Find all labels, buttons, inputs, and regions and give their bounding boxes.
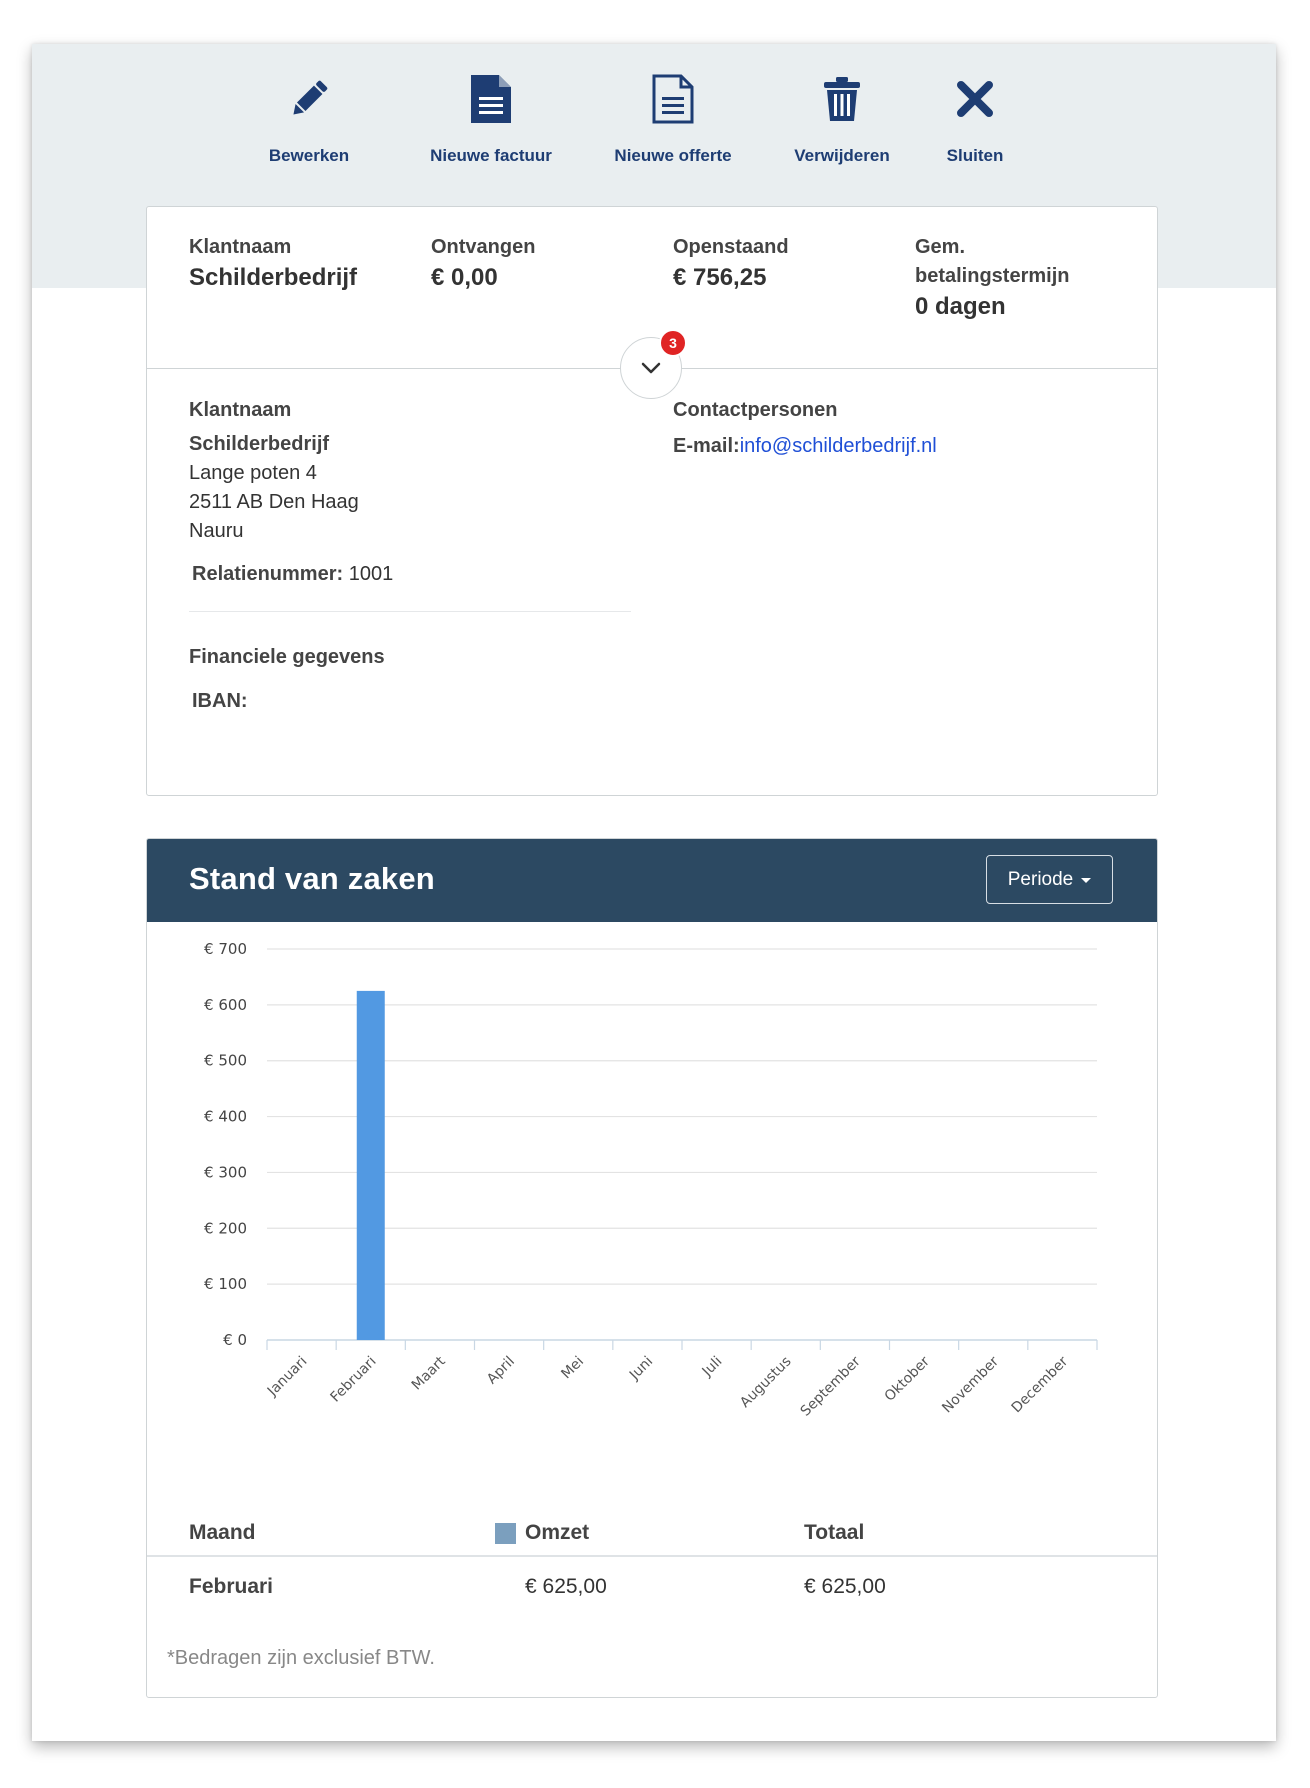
pencil-icon xyxy=(293,80,328,115)
stand-van-zaken-card: Stand van zaken Periode € 0 € 100 € 200 € 3… xyxy=(146,838,1158,1698)
btw-note: *Bedragen zijn exclusief BTW. xyxy=(167,1647,435,1669)
summary-klantnaam-value: Schilderbedrijf xyxy=(189,264,358,291)
stand-van-zaken-header: Stand van zaken Periode xyxy=(147,839,1157,922)
summary-ontvangen-value: € 0,00 xyxy=(431,264,498,291)
x-category-label: November xyxy=(939,1353,1002,1416)
trash-icon xyxy=(824,77,860,121)
y-tick-label: € 200 xyxy=(204,1219,247,1237)
summary-openstaand-label: Openstaand xyxy=(673,236,789,258)
client-detail-window: Bewerken Nieuwe factuur Nieuwe offerte V… xyxy=(32,44,1276,1741)
invoice-filled-icon xyxy=(471,75,511,123)
y-tick-label: € 0 xyxy=(223,1331,247,1349)
y-tick-label: € 600 xyxy=(204,996,247,1014)
relatienummer-label: Relatienummer: xyxy=(192,563,344,585)
y-tick-label: € 500 xyxy=(204,1052,247,1070)
td-totaal: € 625,00 xyxy=(804,1575,886,1598)
stand-van-zaken-title: Stand van zaken xyxy=(189,861,435,896)
toolbar: Bewerken Nieuwe factuur Nieuwe offerte V… xyxy=(32,44,1276,184)
address-name: Schilderbedrijf xyxy=(189,433,330,455)
quote-outline-icon xyxy=(652,74,694,124)
edit-button[interactable]: Bewerken xyxy=(254,70,364,166)
close-label: Sluiten xyxy=(946,146,1004,165)
x-category-label: Juli xyxy=(699,1354,726,1381)
periode-label: Periode xyxy=(1007,868,1074,890)
email-row: E-mail:info@schilderbedrijf.nl xyxy=(673,431,1113,461)
summary-openstaand: Openstaand € 756,25 xyxy=(673,233,789,294)
contact-section: Contactpersonen E-mail:info@schilderbedr… xyxy=(673,395,1113,461)
revenue-chart: € 0 € 100 € 200 € 300 € 400 € 500 € 600 € 700 Ja… xyxy=(204,940,1098,1420)
summary-termijn-label-2: betalingstermijn xyxy=(915,265,1070,287)
relatienummer-value: 1001 xyxy=(348,563,394,585)
summary-betalingstermijn: Gem. betalingstermijn 0 dagen xyxy=(915,233,1069,323)
email-link[interactable]: info@schilderbedrijf.nl xyxy=(740,435,937,457)
x-category-label: Oktober xyxy=(882,1353,933,1404)
td-maand: Februari xyxy=(189,1575,274,1598)
summary-openstaand-value: € 756,25 xyxy=(673,264,767,291)
contactpersonen-heading: Contactpersonen xyxy=(673,399,838,421)
x-category-label: September xyxy=(798,1353,864,1419)
omzet-legend-swatch xyxy=(495,1523,516,1544)
new-invoice-label: Nieuwe factuur xyxy=(430,146,552,165)
notification-badge: 3 xyxy=(659,329,687,357)
iban-label: IBAN: xyxy=(192,690,248,712)
chevron-down-icon xyxy=(641,362,661,374)
new-invoice-button[interactable]: Nieuwe factuur xyxy=(416,70,566,166)
email-label: E-mail: xyxy=(673,435,740,457)
edit-label: Bewerken xyxy=(268,146,350,165)
delete-label: Verwijderen xyxy=(794,146,890,165)
y-tick-label: € 700 xyxy=(204,940,247,958)
close-icon xyxy=(957,81,993,117)
th-omzet: Omzet xyxy=(525,1521,590,1544)
client-card: Klantnaam Schilderbedrijf Ontvangen € 0,… xyxy=(146,206,1158,796)
address-klantnaam-label: Klantnaam xyxy=(189,399,292,421)
th-totaal: Totaal xyxy=(804,1521,865,1544)
y-tick-label: € 300 xyxy=(204,1163,247,1181)
th-maand: Maand xyxy=(189,1521,256,1544)
x-category-label: Juni xyxy=(626,1354,656,1384)
table-header: Maand Omzet Totaal xyxy=(147,1517,1157,1557)
delete-button[interactable]: Verwijderen xyxy=(784,70,900,166)
new-quote-button[interactable]: Nieuwe offerte xyxy=(601,70,745,166)
bar-februari xyxy=(356,990,385,1340)
financiele-gegevens-heading: Financiele gegevens xyxy=(189,646,385,668)
close-button[interactable]: Sluiten xyxy=(932,70,1018,166)
td-omzet: € 625,00 xyxy=(525,1575,607,1598)
x-category-label: April xyxy=(484,1354,518,1388)
address-street: Lange poten 4 xyxy=(189,462,317,484)
new-quote-label: Nieuwe offerte xyxy=(614,146,732,165)
x-category-label: December xyxy=(1009,1353,1072,1416)
summary-termijn-value: 0 dagen xyxy=(915,293,1006,320)
relatienummer-row: Relatienummer: 1001 xyxy=(192,559,635,589)
x-category-label: Maart xyxy=(409,1353,449,1393)
x-category-label: Augustus xyxy=(737,1354,794,1411)
details-divider xyxy=(189,611,631,612)
caret-down-icon xyxy=(1081,878,1092,883)
summary-klantnaam-label: Klantnaam xyxy=(189,236,292,258)
y-tick-label: € 100 xyxy=(204,1275,247,1293)
summary-klantnaam: Klantnaam Schilderbedrijf xyxy=(189,233,357,294)
client-address: Klantnaam Schilderbedrijf Lange poten 4 … xyxy=(189,395,635,716)
address-country: Nauru xyxy=(189,520,244,542)
summary-ontvangen-label: Ontvangen xyxy=(431,236,536,258)
summary-ontvangen: Ontvangen € 0,00 xyxy=(431,233,535,294)
y-tick-label: € 400 xyxy=(204,1108,247,1126)
address-city: 2511 AB Den Haag xyxy=(189,491,359,513)
x-category-label: Mei xyxy=(558,1354,587,1383)
periode-dropdown-button[interactable]: Periode xyxy=(986,855,1113,904)
summary-termijn-label-1: Gem. xyxy=(915,236,966,258)
x-category-label: Februari xyxy=(328,1354,380,1406)
table-row: Februari € 625,00 € 625,00 xyxy=(147,1561,1157,1611)
x-category-label: Januari xyxy=(264,1354,310,1400)
